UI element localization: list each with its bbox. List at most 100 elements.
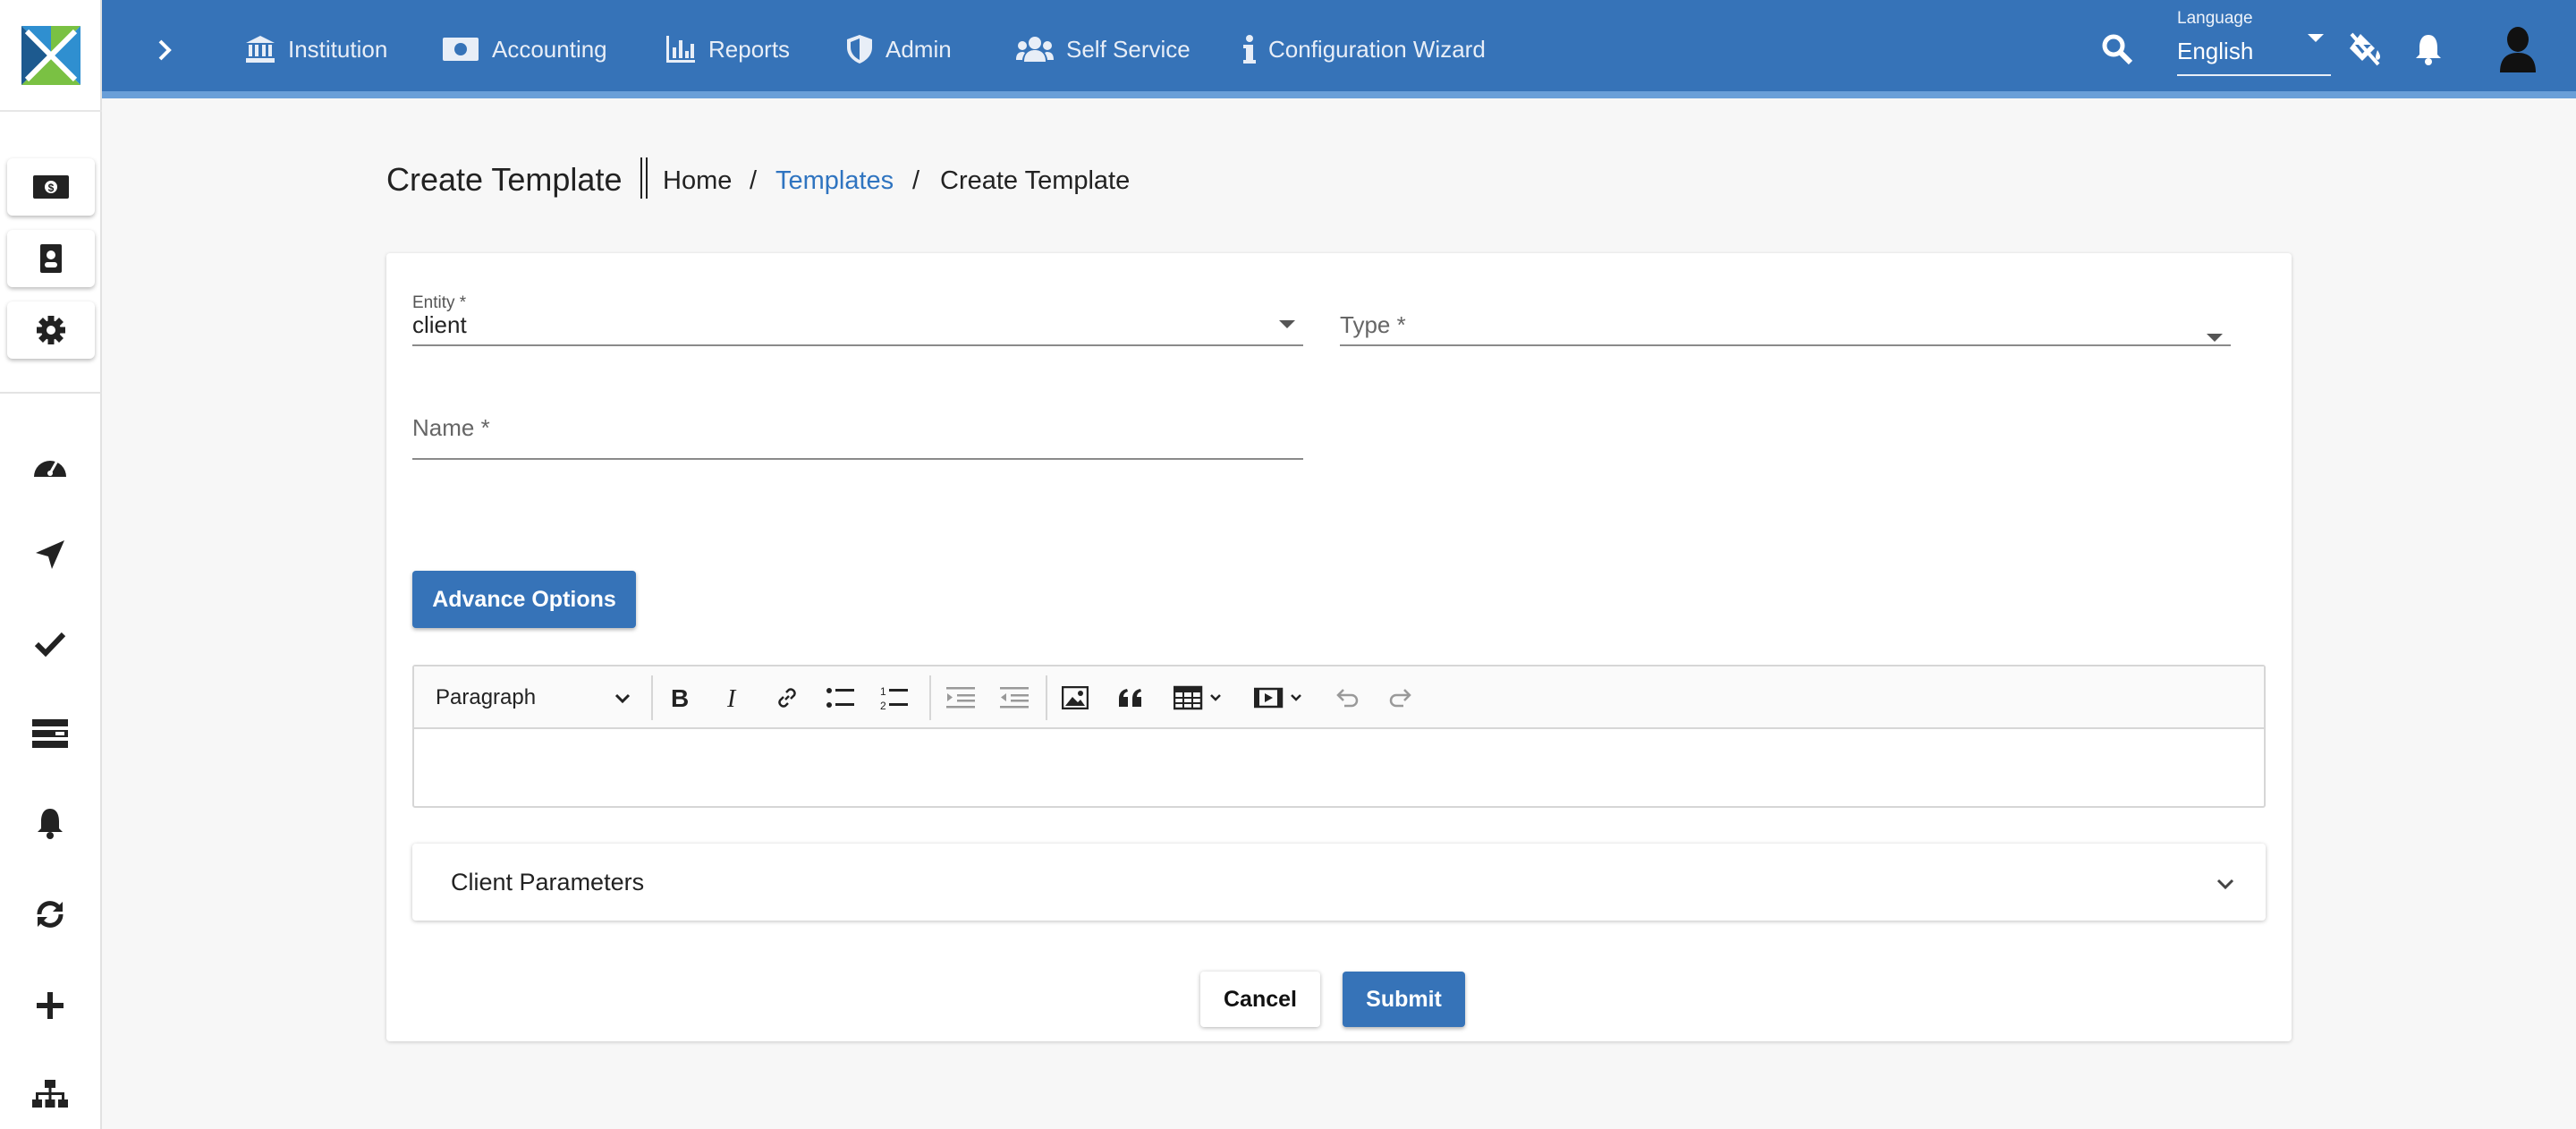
svg-text:B: B: [671, 685, 689, 710]
toolbar-separator: [1046, 675, 1047, 720]
users-icon: [1016, 37, 1054, 62]
language-underline: [2177, 74, 2331, 76]
paragraph-format-select[interactable]: Paragraph: [425, 679, 645, 717]
insert-image-button[interactable]: [1056, 679, 1094, 717]
bell-icon: [2416, 35, 2441, 65]
chevron-down-icon: [614, 693, 631, 704]
nav-self-service[interactable]: Self Service: [1016, 27, 1191, 72]
entity-select[interactable]: Entity * client: [412, 293, 1303, 347]
breadcrumb-home[interactable]: Home: [663, 166, 732, 196]
sidebar-navigation-item[interactable]: [24, 530, 76, 580]
bell-icon: [38, 809, 63, 839]
sidebar-notifications-item[interactable]: [24, 798, 76, 848]
type-dropdown-caret-icon[interactable]: [2207, 334, 2223, 342]
info-icon: [1243, 35, 1256, 64]
sidebar-money-button[interactable]: $: [7, 158, 95, 216]
sidebar-contact-button[interactable]: [7, 230, 95, 287]
sidebar-add-item[interactable]: [24, 980, 76, 1031]
sidebar-collections-item[interactable]: [24, 709, 76, 759]
svg-text:1: 1: [880, 685, 886, 698]
paragraph-format-value: Paragraph: [436, 685, 537, 709]
search-button[interactable]: [2097, 29, 2138, 70]
insert-media-button[interactable]: [1250, 679, 1312, 717]
paper-plane-icon: [36, 540, 64, 569]
chevron-right-icon: [158, 39, 172, 61]
svg-text:2: 2: [880, 700, 886, 711]
nav-self-service-label: Self Service: [1066, 35, 1191, 63]
app-logo[interactable]: [0, 0, 102, 112]
client-parameters-panel[interactable]: Client Parameters: [412, 844, 2266, 921]
indent-icon: [946, 687, 975, 709]
sidebar-toggle-button[interactable]: [147, 32, 182, 68]
sidebar-hierarchy-item[interactable]: [24, 1070, 76, 1120]
image-icon: [1062, 686, 1089, 709]
redo-icon: [1389, 689, 1411, 708]
entity-value: client: [412, 311, 467, 338]
rich-text-editor: Paragraph B I 1 2: [412, 665, 2266, 808]
sitemap-icon: [32, 1080, 68, 1108]
sidebar: $: [0, 0, 102, 1129]
user-avatar-icon: [2500, 27, 2536, 72]
bold-icon: B: [671, 685, 689, 710]
nav-institution[interactable]: Institution: [245, 27, 387, 72]
sidebar-settings-button[interactable]: [7, 301, 95, 359]
dashboard-gauge-icon: [34, 460, 66, 477]
quote-icon: [1119, 689, 1141, 707]
list-bars-icon: [32, 719, 68, 748]
block-quote-button[interactable]: [1112, 679, 1149, 717]
language-select[interactable]: Language English: [2177, 7, 2336, 77]
shield-icon: [847, 35, 872, 64]
plus-icon: [37, 992, 64, 1019]
entity-label: Entity *: [412, 293, 467, 312]
expand-panel-button[interactable]: [2212, 870, 2239, 897]
editor-toolbar: Paragraph B I 1 2: [414, 666, 2264, 729]
sidebar-divider: [0, 392, 102, 394]
entity-dropdown-caret-icon[interactable]: [1279, 320, 1295, 328]
increase-indent-button[interactable]: [942, 679, 979, 717]
nav-accounting-label: Accounting: [492, 35, 607, 63]
contact-book-icon: [40, 244, 62, 273]
nav-reports[interactable]: Reports: [665, 27, 790, 72]
money-icon: [443, 38, 479, 61]
submit-button[interactable]: Submit: [1343, 972, 1465, 1027]
name-input[interactable]: Name *: [412, 414, 1303, 463]
toolbar-separator: [651, 675, 653, 720]
bar-chart-icon: [666, 36, 695, 63]
numbered-list-icon: 1 2: [880, 685, 908, 711]
decrease-indent-button[interactable]: [996, 679, 1033, 717]
logo-icon: [21, 25, 80, 85]
search-icon: [2102, 34, 2133, 65]
sidebar-refresh-item[interactable]: [24, 889, 76, 939]
breadcrumb-separator: /: [912, 166, 920, 195]
nav-admin-label: Admin: [886, 35, 952, 63]
entity-underline: [412, 344, 1303, 346]
breadcrumb-templates[interactable]: Templates: [775, 166, 894, 196]
chevron-down-icon: [2308, 34, 2324, 42]
undo-button[interactable]: [1328, 679, 1366, 717]
sidebar-dashboard-item[interactable]: [24, 440, 76, 490]
editor-content-area[interactable]: [414, 729, 2264, 806]
type-select[interactable]: Type *: [1340, 293, 2231, 347]
nav-admin[interactable]: Admin: [846, 27, 952, 72]
sidebar-tasks-item[interactable]: [24, 619, 76, 669]
nav-configuration-wizard[interactable]: Configuration Wizard: [1243, 27, 1486, 72]
italic-icon: I: [726, 685, 737, 710]
link-button[interactable]: [768, 679, 806, 717]
italic-button[interactable]: I: [715, 679, 752, 717]
theme-button[interactable]: [2343, 27, 2388, 72]
type-underline: [1340, 344, 2231, 346]
media-icon: [1254, 687, 1301, 709]
advance-options-button[interactable]: Advance Options: [412, 571, 636, 628]
notifications-button[interactable]: [2406, 27, 2451, 72]
nav-accounting[interactable]: Accounting: [442, 27, 607, 72]
insert-table-button[interactable]: [1169, 679, 1232, 717]
bulleted-list-button[interactable]: [822, 679, 860, 717]
cancel-button[interactable]: Cancel: [1200, 972, 1320, 1027]
redo-button[interactable]: [1382, 679, 1419, 717]
numbered-list-button[interactable]: 1 2: [876, 679, 913, 717]
bold-button[interactable]: B: [661, 679, 699, 717]
svg-text:$: $: [48, 182, 55, 194]
breadcrumb-divider: [640, 157, 648, 199]
chevron-down-icon: [2216, 879, 2234, 890]
user-profile-button[interactable]: [2496, 27, 2540, 72]
